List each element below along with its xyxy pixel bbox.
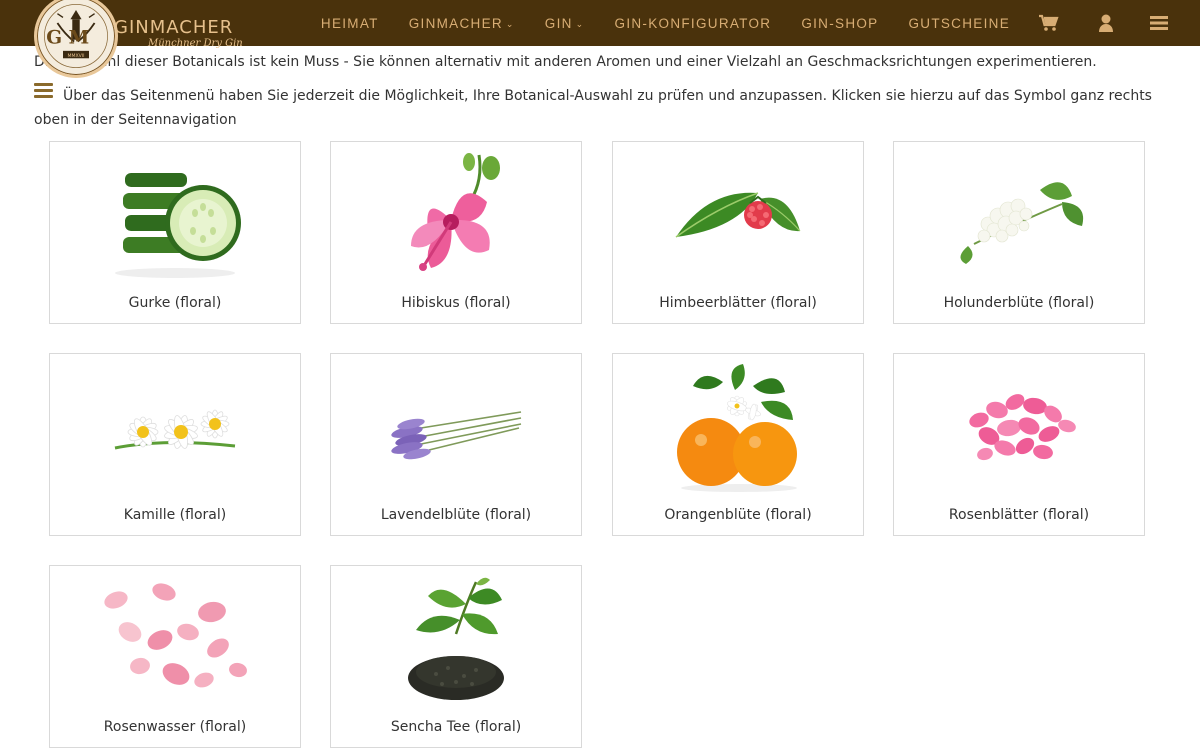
cucumber-image xyxy=(50,148,300,283)
lavender-image xyxy=(331,360,581,495)
botanical-label: Gurke (floral) xyxy=(128,295,222,311)
botanical-label: Hibiskus (floral) xyxy=(401,295,511,311)
botanical-label: Holunderblüte (floral) xyxy=(943,295,1095,311)
rose-petals-image xyxy=(894,360,1144,495)
brand-name: GINMACHER xyxy=(114,17,234,38)
botanical-tile-kamille[interactable]: Kamille (floral) xyxy=(49,353,301,536)
botanical-tile-gurke[interactable]: Gurke (floral) xyxy=(49,141,301,324)
nav-item-gutscheine[interactable]: GUTSCHEINE xyxy=(908,16,1010,31)
botanical-tile-hibiskus[interactable]: Hibiskus (floral) xyxy=(330,141,582,324)
orange-blossom-image xyxy=(613,360,863,495)
botanical-label: Rosenblätter (floral) xyxy=(948,507,1090,523)
menu-icon xyxy=(34,83,53,101)
nav-item-heimat[interactable]: HEIMAT xyxy=(321,16,379,31)
botanical-label: Orangenblüte (floral) xyxy=(664,507,812,523)
botanical-tile-lavendelbluete[interactable]: Lavendelblüte (floral) xyxy=(330,353,582,536)
botanical-label: Himbeerblätter (floral) xyxy=(659,295,817,311)
user-icon[interactable] xyxy=(1098,13,1114,33)
botanical-label: Kamille (floral) xyxy=(123,507,227,523)
botanical-tile-orangenbluete[interactable]: Orangenblüte (floral) xyxy=(612,353,864,536)
nav-item-gin[interactable]: GIN ⌄ xyxy=(545,16,585,31)
brand-wordmark[interactable]: GINMACHER Münchner Dry Gin xyxy=(114,18,243,50)
hamburger-menu-icon[interactable] xyxy=(1150,15,1168,31)
chevron-down-icon: ⌄ xyxy=(575,18,585,29)
logo-seal-text: MMXVII xyxy=(67,53,84,59)
brand-subtitle: Münchner Dry Gin xyxy=(148,38,243,49)
nav-item-ginmacher[interactable]: GINMACHER ⌄ xyxy=(409,16,515,31)
rosewater-petals-image xyxy=(50,572,300,707)
botanical-label: Sencha Tee (floral) xyxy=(390,719,522,735)
botanical-tile-holunderbluete[interactable]: Holunderblüte (floral) xyxy=(893,141,1145,324)
botanical-label: Lavendelblüte (floral) xyxy=(380,507,532,523)
elderflower-image xyxy=(894,148,1144,283)
botanical-label: Rosenwasser (floral) xyxy=(103,719,247,735)
nav-item-gin-konfigurator[interactable]: GIN-KONFIGURATOR xyxy=(615,16,772,31)
logo-monogram: G M xyxy=(46,27,89,48)
intro-text-sidebar-hint: Über das Seitenmenü haben Sie jederzeit … xyxy=(34,83,1164,132)
cart-icon[interactable] xyxy=(1038,14,1060,32)
nav-item-gin-shop[interactable]: GIN-SHOP xyxy=(801,16,878,31)
sencha-tea-image xyxy=(331,572,581,707)
chamomile-image xyxy=(50,360,300,495)
chevron-down-icon: ⌄ xyxy=(505,18,515,29)
hibiscus-image xyxy=(331,148,581,283)
intro-text-botanicals: Die Auswahl dieser Botanicals ist kein M… xyxy=(34,54,1097,70)
botanical-tile-rosenwasser[interactable]: Rosenwasser (floral) xyxy=(49,565,301,748)
botanical-tile-sencha-tee[interactable]: Sencha Tee (floral) xyxy=(330,565,582,748)
main-navigation: HEIMAT GINMACHER ⌄ GIN ⌄ GIN-KONFIGURATOR … xyxy=(321,0,1200,46)
botanical-tile-himbeerblaetter[interactable]: Himbeerblätter (floral) xyxy=(612,141,864,324)
raspberry-leaf-image xyxy=(613,148,863,283)
botanical-tile-rosenblaetter[interactable]: Rosenblätter (floral) xyxy=(893,353,1145,536)
